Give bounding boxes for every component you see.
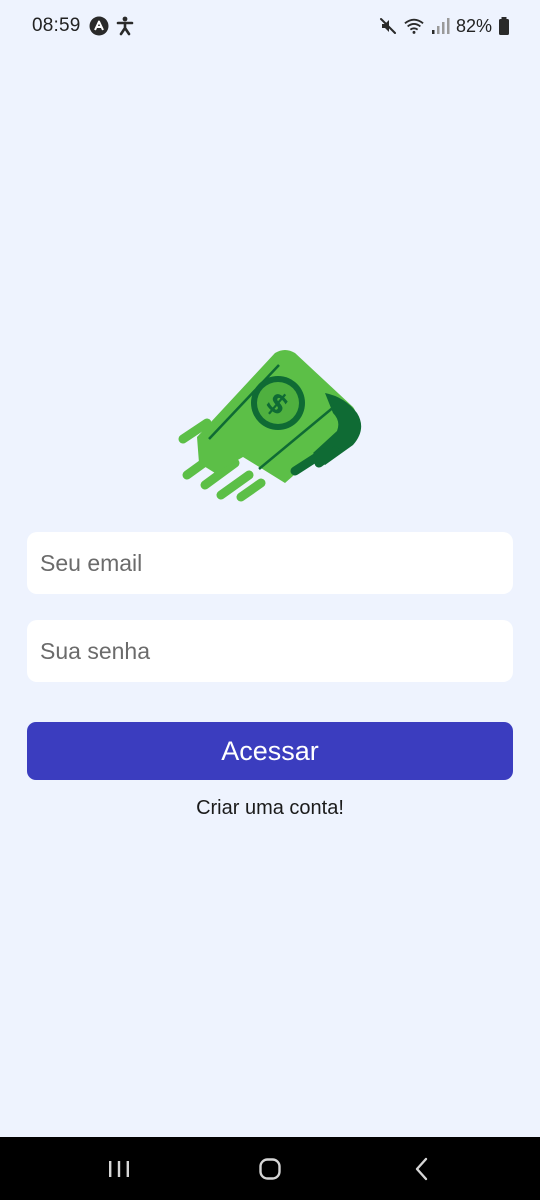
app-a-icon [89,16,109,36]
navigation-bar [0,1137,540,1200]
signal-icon [431,18,450,34]
access-button[interactable]: Acessar [27,722,513,780]
status-bar: 08:59 82% [0,0,540,52]
battery-icon [499,17,509,35]
status-bar-left: 08:59 [32,15,135,37]
back-icon [415,1157,428,1181]
back-button[interactable] [397,1151,447,1187]
email-input[interactable] [27,532,513,594]
create-account-link[interactable]: Criar uma conta! [0,797,540,820]
flying-money-icon: $ [178,350,362,502]
password-input[interactable] [27,620,513,682]
battery-level: 82% [455,15,492,36]
wifi-icon [404,18,424,34]
accessibility-icon [116,16,133,36]
status-time: 08:59 [32,15,81,36]
recent-apps-button[interactable] [94,1151,144,1187]
recent-apps-icon [109,1161,129,1177]
mute-icon [379,18,396,34]
home-button[interactable] [245,1151,295,1187]
home-icon [259,1158,281,1180]
status-bar-right: 82% [378,16,510,37]
